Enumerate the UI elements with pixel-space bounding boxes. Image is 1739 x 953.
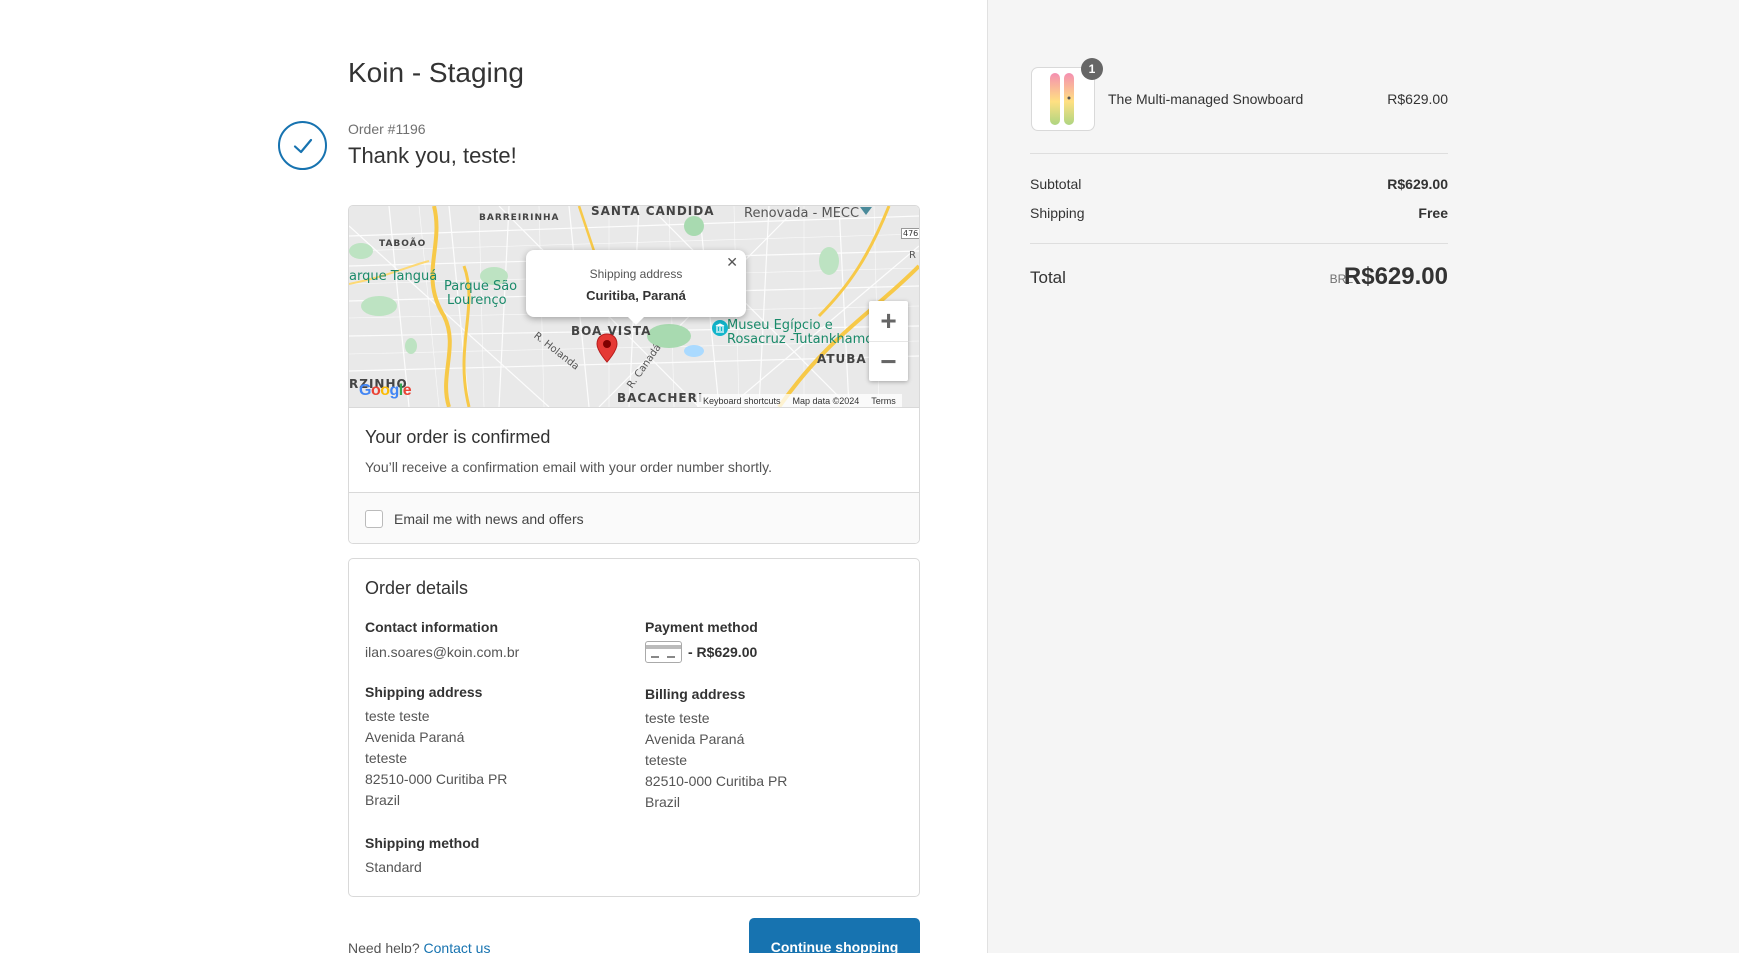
shipping-method-heading: Shipping method [365,835,480,851]
map-label-santa-candida: SANTA CANDIDA [591,206,715,218]
map-label-road-476: 476 [901,228,919,239]
order-details-card: Order details Contact information ilan.s… [348,558,920,897]
address-line: Brazil [645,794,681,810]
quantity-badge: 1 [1081,58,1103,80]
subtotal-label: Subtotal [1030,176,1082,192]
address-line: 82510-000 Curitiba PR [365,771,508,787]
product-name: The Multi-managed Snowboard [1108,91,1304,107]
payment-heading: Payment method [645,619,758,635]
billing-address-heading: Billing address [645,686,746,702]
thank-you-heading: Thank you, teste! [348,143,517,168]
shipping-method: Shipping method Standard [365,835,479,878]
close-icon[interactable]: ✕ [726,254,738,271]
confirmed-title: Your order is confirmed [365,427,551,447]
help-text: Need help? Contact us [348,940,490,953]
total-value: R$629.00 [1343,263,1448,290]
shipping-method-value: Standard [365,859,422,875]
zoom-out-button[interactable]: − [869,341,908,381]
summary-divider [1030,243,1448,244]
billing-address: Billing address teste teste Avenida Para… [645,686,787,813]
map-label-museu: Museu Egípcio e [727,318,833,333]
contact-us-link[interactable]: Contact us [424,940,491,953]
zoom-in-button[interactable]: + [869,301,908,341]
map-label-parque-tangua: arque Tanguá [349,269,438,284]
checkmark-icon [293,138,312,153]
map-label-taboao: TABOÃO [379,239,427,249]
shipping-value: Free [1418,205,1448,221]
payment-method: Payment method - R$629.00 [645,619,758,663]
order-summary-panel [987,0,1739,953]
place-marker-icon [860,207,872,215]
newsletter-checkbox[interactable] [365,510,383,528]
map-label-parque-sao-lourenco-2: Lourenço [447,293,507,308]
shipping-address-lines: teste teste Avenida Paraná teteste 82510… [365,706,507,811]
payment-amount: - R$629.00 [688,644,758,660]
shipping-map[interactable]: SANTA CANDIDA BARREIRINHA TABOÃO Renovad… [349,206,919,407]
store-title[interactable]: Koin - Staging [348,57,524,89]
map-label-museu-2: Rosacruz -Tutankhamon [727,332,882,347]
map-attribution: Keyboard shortcuts Map data ©2024 Terms [697,394,902,407]
address-line: Avenida Paraná [365,729,465,745]
map-label-bacacheri: BACACHERI [617,391,704,405]
popup-title: Shipping address [589,267,683,281]
main-panel: Koin - Staging Order #1196 Thank you, te… [0,0,987,953]
keyboard-shortcuts-link[interactable]: Keyboard shortcuts [703,396,781,406]
address-line: Avenida Paraná [645,731,745,747]
summary-divider [1030,153,1448,154]
contact-information: Contact information ilan.soares@koin.com… [365,619,519,663]
checkmark-circle-icon [278,121,327,170]
newsletter-section: Email me with news and offers [349,492,919,543]
address-line: teteste [365,750,408,766]
map-label-barreirinha: BARREIRINHA [479,213,560,223]
location-pin-icon[interactable] [596,333,618,363]
address-line: teste teste [365,708,430,724]
map-label-renovada: Renovada - MECC [744,206,860,221]
shipping-label: Shipping [1030,205,1085,221]
map-label-atuba: ATUBA [817,352,867,366]
map-data-text: Map data ©2024 [792,395,860,406]
shipping-address-popup: Shipping address Curitiba, Paraná ✕ [526,250,746,325]
map-label-r-edge: R [909,250,916,261]
continue-shopping-button[interactable]: Continue shopping [749,918,920,953]
order-details-title: Order details [365,578,469,598]
address-line: teste teste [645,710,710,726]
confirmed-text: You’ll receive a confirmation email with… [365,459,772,475]
help-label: Need help? [348,940,420,953]
subtotal-value: R$629.00 [1387,176,1448,192]
payment-row: - R$629.00 [645,641,758,663]
total-label: Total [1030,268,1066,287]
shipping-address: Shipping address teste teste Avenida Par… [365,684,507,811]
credit-card-icon [645,641,682,663]
popup-tail [628,317,644,325]
contact-heading: Contact information [365,619,498,635]
order-confirmed-card: SANTA CANDIDA BARREIRINHA TABOÃO Renovad… [348,205,920,544]
order-number: Order #1196 [348,121,426,137]
address-line: 82510-000 Curitiba PR [645,773,788,789]
museum-icon [712,320,728,336]
order-confirmed-section: Your order is confirmed You’ll receive a… [349,407,919,497]
address-line: Brazil [365,792,401,808]
product-price: R$629.00 [1387,91,1448,107]
google-logo: Google [359,382,412,399]
map-zoom-controls: + − [869,301,908,381]
billing-address-lines: teste teste Avenida Paraná teteste 82510… [645,708,787,813]
address-line: teteste [645,752,688,768]
newsletter-label[interactable]: Email me with news and offers [394,511,584,527]
popup-city: Curitiba, Paraná [586,288,686,303]
shipping-address-heading: Shipping address [365,684,483,700]
terms-link[interactable]: Terms [871,396,896,406]
contact-email: ilan.soares@koin.com.br [365,644,520,660]
map-label-parque-sao-lourenco: Parque São [444,279,518,294]
